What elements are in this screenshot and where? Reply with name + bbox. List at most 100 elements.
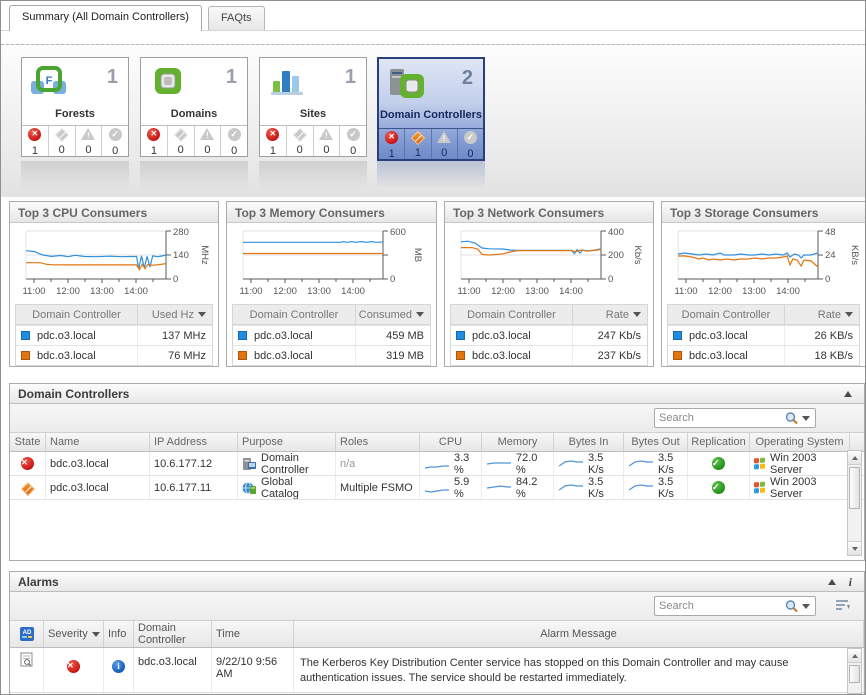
dashboard-page: Summary (All Domain Controllers) FAQts F… xyxy=(0,0,866,695)
series-swatch xyxy=(673,331,682,340)
tile-status-row: 1 0 0 0 xyxy=(141,125,247,156)
col-severity[interactable]: Severity xyxy=(44,621,104,647)
col-state[interactable]: State xyxy=(10,433,46,451)
alarms-scrollbar[interactable] xyxy=(847,648,862,694)
consumer-row[interactable]: pdc.o3.local 137 MHz xyxy=(16,325,212,345)
consumer-row[interactable]: bdc.o3.local 237 Kb/s xyxy=(451,345,647,365)
normal-icon xyxy=(228,128,241,141)
col-domain-controller[interactable]: Domain Controller xyxy=(668,305,785,324)
search-options-caret-icon[interactable] xyxy=(802,604,810,609)
col-select-all[interactable]: AD xyxy=(10,621,44,647)
dc-row-bdc[interactable]: bdc.o3.local 10.6.177.12 Domain Controll… xyxy=(10,452,864,476)
col-domain-controller[interactable]: Domain Controller xyxy=(233,305,356,324)
scroll-up-button[interactable] xyxy=(848,649,861,663)
customize-columns-icon[interactable] xyxy=(834,598,850,612)
col-purpose[interactable]: Purpose xyxy=(238,433,336,451)
warning-icon xyxy=(81,128,95,140)
view-alarm-icon[interactable] xyxy=(20,652,33,667)
consumer-row[interactable]: pdc.o3.local 26 KB/s xyxy=(668,325,859,345)
col-domain-controller[interactable]: Domain Controller xyxy=(451,305,573,324)
network-chart: 400 200 0 Kb/s 11:00 12:00 13:00 14:00 xyxy=(445,225,651,303)
tab-faqts[interactable]: FAQts xyxy=(208,6,265,30)
col-operating-system[interactable]: Operating System xyxy=(750,433,850,451)
tile-domain-controllers[interactable]: 2 Domain Controllers 1 1 0 0 xyxy=(377,57,485,161)
x-tick: 12:00 xyxy=(708,286,732,297)
dc-row-pdc[interactable]: pdc.o3.local 10.6.177.11 Global Catalog … xyxy=(10,476,864,500)
consumer-row[interactable]: bdc.o3.local 319 MB xyxy=(233,345,430,365)
consumer-value: 237 Kb/s xyxy=(573,350,647,362)
memory-cell: 84.2 % xyxy=(482,476,554,499)
warning-count: 0 xyxy=(76,144,102,156)
col-replication[interactable]: Replication xyxy=(688,433,750,451)
col-domain-controller[interactable]: Domain Controller xyxy=(16,305,138,324)
col-cpu[interactable]: CPU xyxy=(420,433,482,451)
cpu-cell: 3.3 % xyxy=(420,452,482,475)
col-rate[interactable]: Rate xyxy=(785,305,859,325)
search-icon[interactable] xyxy=(784,411,799,426)
tile-forests[interactable]: F 1 Forests 1 0 0 0 xyxy=(21,57,129,157)
y-max-label: 48 xyxy=(825,227,836,238)
consumer-row[interactable]: pdc.o3.local 459 MB xyxy=(233,325,430,345)
col-info[interactable]: Info xyxy=(104,621,134,647)
tab-summary[interactable]: Summary (All Domain Controllers) xyxy=(9,5,202,31)
tile-sites[interactable]: 1 Sites 1 0 0 0 xyxy=(259,57,367,157)
col-alarm-message[interactable]: Alarm Message xyxy=(294,621,864,647)
panel-title: Top 3 CPU Consumers xyxy=(10,202,218,223)
consumer-value: 76 MHz xyxy=(138,350,212,362)
alarms-section: Alarms i xyxy=(9,571,865,695)
alarms-table-header: AD Severity Info Domain Controller Time … xyxy=(10,620,864,648)
consumer-row[interactable]: bdc.o3.local 18 KB/s xyxy=(668,345,859,365)
scroll-thumb[interactable] xyxy=(849,467,860,509)
col-bytes-in[interactable]: Bytes In xyxy=(554,433,624,451)
windows-logo-icon xyxy=(754,458,765,470)
bytes-out-cell: 3.5 K/s xyxy=(624,476,688,499)
col-rate[interactable]: Rate xyxy=(573,305,647,325)
collapse-icon[interactable] xyxy=(844,391,852,397)
col-domain-controller[interactable]: Domain Controller xyxy=(134,621,212,647)
info-icon[interactable] xyxy=(112,660,125,673)
status-normal: 0 xyxy=(101,126,128,156)
warning-icon xyxy=(319,128,333,140)
scroll-up-button[interactable] xyxy=(848,451,861,465)
scroll-down-button[interactable] xyxy=(848,541,861,555)
collapse-icon[interactable] xyxy=(828,579,836,585)
search-icon[interactable] xyxy=(784,599,799,614)
fatal-count: 1 xyxy=(22,145,48,157)
x-tick: 11:00 xyxy=(674,286,697,297)
dc-search-input[interactable] xyxy=(655,410,784,426)
fatal-icon xyxy=(385,131,398,144)
dc-scrollbar[interactable] xyxy=(847,450,862,556)
col-name[interactable]: Name xyxy=(46,433,150,451)
status-critical: 0 xyxy=(48,126,75,156)
consumer-row[interactable]: bdc.o3.local 76 MHz xyxy=(16,345,212,365)
col-ip-address[interactable]: IP Address xyxy=(150,433,238,451)
status-warning: 0 xyxy=(75,126,102,156)
col-roles[interactable]: Roles xyxy=(336,433,420,451)
y-unit-label: Kb/s xyxy=(632,245,643,264)
scroll-thumb[interactable] xyxy=(849,665,860,683)
search-options-caret-icon[interactable] xyxy=(802,416,810,421)
info-icon[interactable]: i xyxy=(849,575,852,590)
dc-search-box xyxy=(654,408,816,428)
alarm-row[interactable]: bdc.o3.local 9/22/10 9:56 AM The Kerbero… xyxy=(10,648,864,693)
x-tick: 11:00 xyxy=(22,286,45,297)
alarm-dc-cell: bdc.o3.local xyxy=(134,648,212,692)
col-bytes-out[interactable]: Bytes Out xyxy=(624,433,688,451)
consumer-row[interactable]: pdc.o3.local 247 Kb/s xyxy=(451,325,647,345)
sparkline xyxy=(628,458,654,470)
roles-cell: n/a xyxy=(336,452,420,475)
y-mid-label: 200 xyxy=(608,250,624,261)
alarms-search-input[interactable] xyxy=(655,598,784,614)
critical-icon xyxy=(411,131,425,145)
col-consumed[interactable]: Consumed xyxy=(356,305,430,325)
alarm-time-cell: 9/22/10 9:56 AM xyxy=(212,648,294,692)
critical-count: 1 xyxy=(405,147,430,159)
tile-domains[interactable]: 1 Domains 1 0 0 0 xyxy=(140,57,248,157)
sort-desc-icon xyxy=(416,312,424,317)
col-used-hz[interactable]: Used Hz xyxy=(138,305,212,325)
state-cell xyxy=(10,452,46,475)
alarms-search-box xyxy=(654,596,816,616)
col-memory[interactable]: Memory xyxy=(482,433,554,451)
col-time[interactable]: Time xyxy=(212,621,294,647)
consumer-table-header: Domain Controller Rate xyxy=(668,305,859,325)
